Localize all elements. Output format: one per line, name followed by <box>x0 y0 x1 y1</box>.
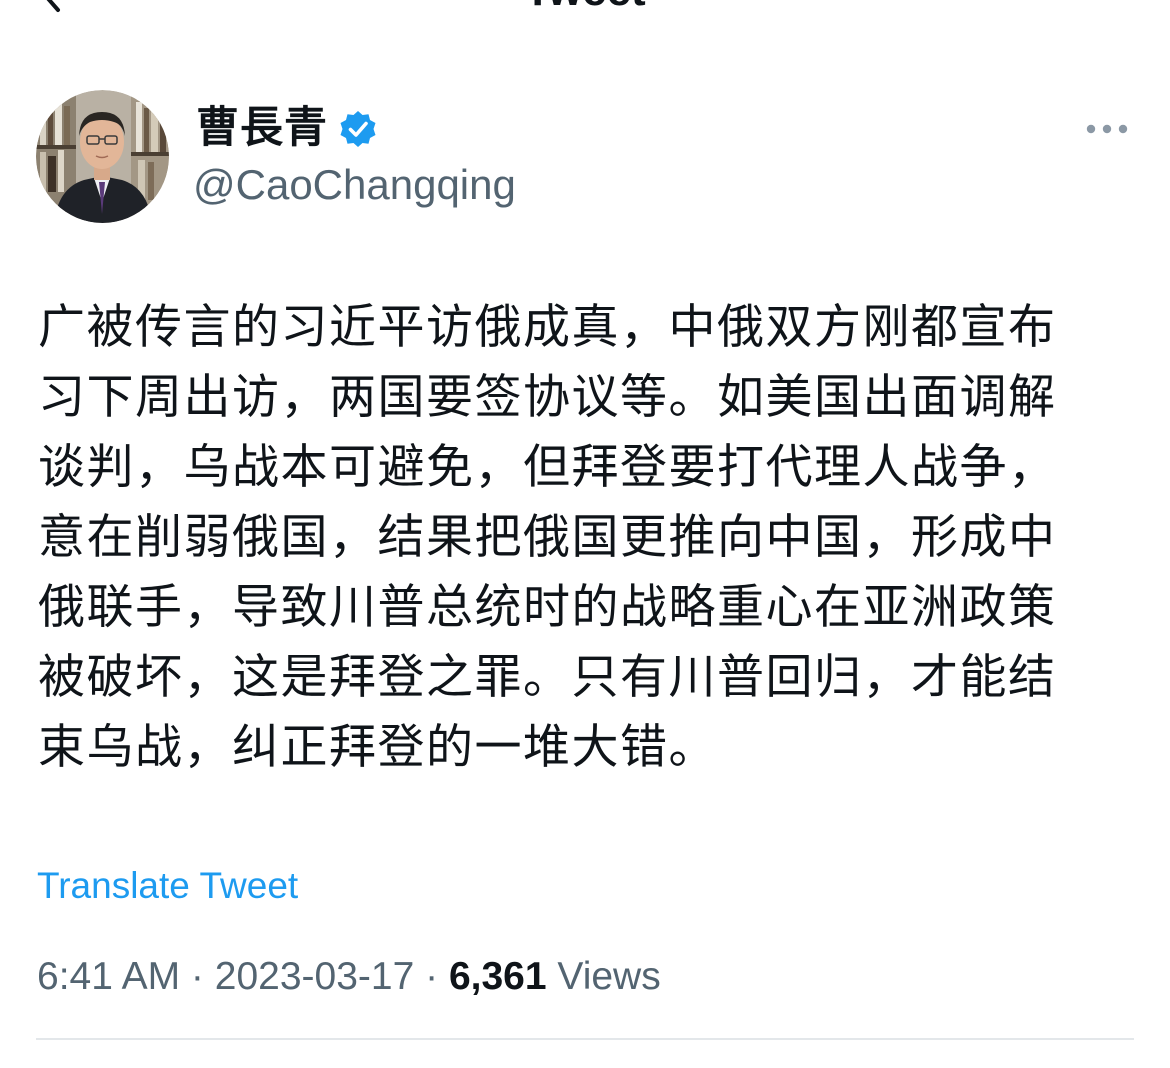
author-handle[interactable]: @CaoChangqing <box>193 158 516 212</box>
tweet-text-line: 被破坏，这是拜登之罪。只有川普回归，才能结 <box>38 650 1057 705</box>
page-title: Tweet <box>0 0 1170 16</box>
tweet-time: 6:41 AM <box>37 955 181 998</box>
tweet-date: 2023-03-17 <box>214 955 415 998</box>
tweet-text-line: 广被传言的习近平访俄成真，中俄双方刚都宣布 <box>38 300 1057 355</box>
avatar[interactable] <box>36 90 169 223</box>
tweet-text-line: 束乌战，纠正拜登的一堆大错。 <box>38 720 717 775</box>
more-horizontal-icon[interactable] <box>1084 116 1130 142</box>
tweet-metadata: 6:41 AM · 2023-03-17 · 6,361 Views <box>37 950 661 1004</box>
translate-tweet-link[interactable]: Translate Tweet <box>37 860 298 912</box>
top-nav-bar: Tweet <box>0 0 1170 20</box>
tweet-text-line: 习下周出访，两国要签协议等。如美国出面调解 <box>38 370 1057 425</box>
divider <box>36 1038 1134 1040</box>
tweet-text-line: 谈判，乌战本可避免，但拜登要打代理人战争， <box>38 440 1057 495</box>
tweet-body: 广被传言的习近平访俄成真，中俄双方刚都宣布 习下周出访，两国要签协议等。如美国出… <box>38 293 1128 783</box>
verified-badge-icon <box>340 111 376 147</box>
views-label[interactable]: Views <box>547 955 660 998</box>
display-name[interactable]: 曹長青 <box>196 100 328 156</box>
meta-separator: · <box>414 955 449 998</box>
meta-separator: · <box>180 955 215 998</box>
views-count[interactable]: 6,361 <box>449 955 547 998</box>
tweet-text-line: 意在削弱俄国，结果把俄国更推向中国，形成中 <box>38 510 1057 565</box>
author-name-row[interactable]: 曹長青 <box>196 100 378 156</box>
avatar-image <box>36 90 169 223</box>
tweet-text-line: 俄联手，导致川普总统时的战略重心在亚洲政策 <box>38 580 1057 635</box>
